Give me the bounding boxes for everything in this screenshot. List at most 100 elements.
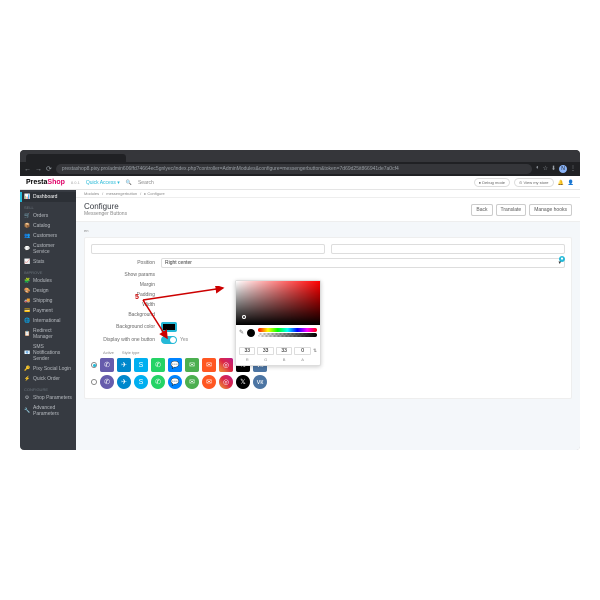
display-one-label: Display with one button xyxy=(91,337,161,343)
social-icon[interactable]: ✈ xyxy=(117,358,131,372)
social-icon[interactable]: ✆ xyxy=(151,358,165,372)
sidebar-item-stats[interactable]: 📈Stats xyxy=(20,257,76,267)
social-icon[interactable]: ◎ xyxy=(219,375,233,389)
color-swatch[interactable] xyxy=(161,322,177,332)
view-store-link[interactable]: ⊙ View my store xyxy=(514,178,554,187)
debug-mode-badge[interactable]: ● Debug mode xyxy=(474,178,510,187)
version-label: 8.0.1 xyxy=(71,180,80,185)
g-input[interactable] xyxy=(257,347,273,355)
sidebar-item-social-login[interactable]: 🔑Pixy Social Login xyxy=(20,364,76,374)
browser-window: ← → ⟳ prestashop8.pixy.pro/admin606ffd74… xyxy=(20,150,580,450)
dashboard-icon: 📊 xyxy=(24,194,30,200)
social-icon[interactable]: vк xyxy=(253,375,267,389)
sidebar-item-shop-params[interactable]: ⚙Shop Parameters xyxy=(20,393,76,403)
social-icon[interactable]: ✆ xyxy=(100,375,114,389)
style-radio[interactable] xyxy=(91,379,97,385)
sidebar-item-dashboard[interactable]: 📊 Dashboard xyxy=(20,192,76,202)
social-icon[interactable]: ✆ xyxy=(100,358,114,372)
breadcrumb-item[interactable]: Modules xyxy=(84,191,99,196)
social-icon[interactable]: ◎ xyxy=(219,358,233,372)
width-label: Width xyxy=(91,302,161,308)
menu-icon[interactable]: ⋮ xyxy=(570,165,576,173)
display-one-toggle[interactable] xyxy=(161,336,177,344)
a-input[interactable] xyxy=(294,347,310,355)
icon-style-row: ✆✈S✆💬✉✉◎𝕏vк xyxy=(91,358,565,372)
sidebar-item-orders[interactable]: 🛒Orders xyxy=(20,211,76,221)
download-icon[interactable]: ⬇ xyxy=(551,165,556,173)
format-switch-icon[interactable]: ⇅ xyxy=(313,339,317,362)
page-title: Configure xyxy=(84,202,127,211)
social-icon[interactable]: ✈ xyxy=(117,375,131,389)
extension-icon[interactable]: ☆ xyxy=(543,165,548,173)
social-icon[interactable]: ✉ xyxy=(202,358,216,372)
social-icon[interactable]: ✉ xyxy=(185,375,199,389)
hue-slider[interactable] xyxy=(258,328,317,332)
profile-badge[interactable]: N xyxy=(559,165,567,173)
style-radio[interactable] xyxy=(91,362,97,368)
search-icon: 🔍 xyxy=(126,180,132,186)
sidebar-item-international[interactable]: 🌐International xyxy=(20,316,76,326)
breadcrumb-item[interactable]: messengerbutton xyxy=(106,191,137,196)
b-label: B xyxy=(276,357,292,362)
profile-icon[interactable]: 👤 xyxy=(568,180,574,186)
page-subtitle: Messenger Buttons xyxy=(84,211,127,217)
sidebar-item-catalog[interactable]: 📦Catalog xyxy=(20,221,76,231)
tabs-strip[interactable]: en xyxy=(84,228,572,233)
nav-reload-icon[interactable]: ⟳ xyxy=(46,165,52,173)
position-select[interactable]: Right center ▾ xyxy=(161,258,565,268)
b-input[interactable] xyxy=(276,347,292,355)
url-input[interactable]: prestashop8.pixy.pro/admin606ffd74664ec5… xyxy=(56,164,532,174)
color-picker-popup: ✎ R G B xyxy=(235,280,321,366)
padding-label: Padding xyxy=(91,292,161,298)
sidebar-item-redirect[interactable]: 📋Redirect Manager xyxy=(20,326,76,342)
a-label: A xyxy=(294,357,310,362)
social-icon[interactable]: 💬 xyxy=(168,358,182,372)
sidebar-item-customers[interactable]: 👥Customers xyxy=(20,231,76,241)
nav-back-icon[interactable]: ← xyxy=(24,166,31,173)
social-icon[interactable]: S xyxy=(134,358,148,372)
app-frame: PrestaShop 8.0.1 Quick Access ▾ 🔍 Search… xyxy=(20,176,580,450)
nav-forward-icon[interactable]: → xyxy=(35,166,42,173)
sidebar-item-advanced[interactable]: 🔧Advanced Parameters xyxy=(20,403,76,419)
breadcrumb: Modules / messengerbutton / ▸ Configure xyxy=(76,190,580,198)
alpha-slider[interactable] xyxy=(258,333,317,337)
r-input[interactable] xyxy=(239,347,255,355)
sidebar-section: Sell xyxy=(20,202,76,211)
sidebar-item-payment[interactable]: 💳Payment xyxy=(20,306,76,316)
logo: PrestaShop xyxy=(26,179,65,186)
social-icon[interactable]: 💬 xyxy=(168,375,182,389)
social-icon[interactable]: ✉ xyxy=(185,358,199,372)
translate-button[interactable]: Translate xyxy=(496,204,527,216)
icon-style-row: ✆✈S✆💬✉✉◎𝕏vк xyxy=(91,375,565,389)
saturation-area[interactable] xyxy=(236,281,320,325)
lang-badge-icon[interactable]: ● xyxy=(559,256,565,262)
app-header: PrestaShop 8.0.1 Quick Access ▾ 🔍 Search… xyxy=(20,176,580,190)
social-icon[interactable]: 𝕏 xyxy=(236,375,250,389)
eyedropper-icon[interactable]: ✎ xyxy=(239,329,244,336)
color-cursor-icon[interactable] xyxy=(242,315,246,319)
show-params-label: Show params xyxy=(91,272,161,278)
social-icon[interactable]: ✉ xyxy=(202,375,216,389)
sidebar-section: Configure xyxy=(20,384,76,393)
g-label: G xyxy=(257,357,273,362)
bgcolor-label: Background color xyxy=(91,324,161,330)
notifications-icon[interactable]: 🔔 xyxy=(558,180,564,186)
social-icon[interactable]: ✆ xyxy=(151,375,165,389)
sidebar-item-design[interactable]: 🎨Design xyxy=(20,286,76,296)
back-button[interactable]: Back xyxy=(471,204,492,216)
text-input-2[interactable] xyxy=(331,244,565,254)
sidebar-item-modules[interactable]: 🧩Modules xyxy=(20,276,76,286)
sidebar-item-shipping[interactable]: 🚚Shipping xyxy=(20,296,76,306)
browser-tab[interactable] xyxy=(26,154,126,162)
sidebar-item-quick-order[interactable]: ⚡Quick Order xyxy=(20,374,76,384)
extension-icon[interactable]: ◐ xyxy=(536,165,540,173)
manage-hooks-button[interactable]: Manage hooks xyxy=(529,204,572,216)
social-icon[interactable]: S xyxy=(134,375,148,389)
text-input-1[interactable] xyxy=(91,244,325,254)
quick-access-link[interactable]: Quick Access ▾ xyxy=(86,180,120,186)
sidebar-item-service[interactable]: 💬Customer Service xyxy=(20,241,76,257)
sidebar-item-label: Dashboard xyxy=(33,194,57,200)
search-input[interactable]: Search xyxy=(138,180,154,186)
styletype-header: Style type xyxy=(122,350,140,355)
sidebar-item-sms[interactable]: 📧SMS Notifications Sender xyxy=(20,342,76,364)
